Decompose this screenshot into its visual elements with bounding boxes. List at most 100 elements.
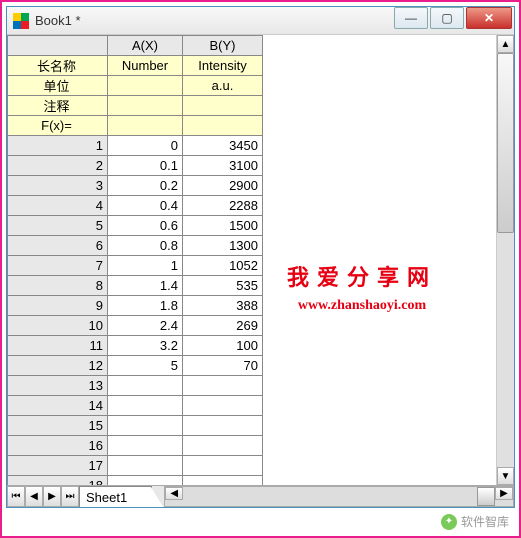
col-a-fx[interactable] bbox=[108, 116, 183, 136]
table-row: 50.61500 bbox=[8, 216, 263, 236]
cell-b[interactable] bbox=[183, 376, 263, 396]
row-number[interactable]: 6 bbox=[8, 236, 108, 256]
tab-nav-prev[interactable]: ◀ bbox=[25, 486, 43, 507]
row-number[interactable]: 13 bbox=[8, 376, 108, 396]
maximize-button[interactable]: ▢ bbox=[430, 7, 464, 29]
cell-a[interactable]: 0.4 bbox=[108, 196, 183, 216]
cell-a[interactable]: 1.8 bbox=[108, 296, 183, 316]
row-number[interactable]: 9 bbox=[8, 296, 108, 316]
cell-a[interactable] bbox=[108, 416, 183, 436]
hscroll-thumb[interactable] bbox=[477, 487, 495, 506]
cell-a[interactable] bbox=[108, 376, 183, 396]
row-number[interactable]: 17 bbox=[8, 456, 108, 476]
col-a-comments[interactable] bbox=[108, 96, 183, 116]
scroll-up-button[interactable]: ▲ bbox=[497, 35, 514, 53]
cell-a[interactable]: 2.4 bbox=[108, 316, 183, 336]
column-b-header[interactable]: B(Y) bbox=[183, 36, 263, 56]
cell-a[interactable]: 0 bbox=[108, 136, 183, 156]
cell-b[interactable]: 3450 bbox=[183, 136, 263, 156]
cell-a[interactable]: 3.2 bbox=[108, 336, 183, 356]
cell-b[interactable]: 1300 bbox=[183, 236, 263, 256]
scroll-down-button[interactable]: ▼ bbox=[497, 467, 514, 485]
col-a-units[interactable] bbox=[108, 76, 183, 96]
col-b-longname[interactable]: Intensity bbox=[183, 56, 263, 76]
table-row: 15 bbox=[8, 416, 263, 436]
cell-a[interactable] bbox=[108, 456, 183, 476]
row-number[interactable]: 2 bbox=[8, 156, 108, 176]
cell-a[interactable]: 1.4 bbox=[108, 276, 183, 296]
cell-a[interactable]: 0.2 bbox=[108, 176, 183, 196]
cell-a[interactable] bbox=[108, 396, 183, 416]
cell-a[interactable]: 5 bbox=[108, 356, 183, 376]
col-b-comments[interactable] bbox=[183, 96, 263, 116]
tab-nav-first[interactable]: ⏮ bbox=[7, 486, 25, 507]
hscroll-right[interactable]: ▶ bbox=[495, 487, 513, 500]
cell-b[interactable] bbox=[183, 416, 263, 436]
row-number[interactable]: 1 bbox=[8, 136, 108, 156]
cell-b[interactable]: 2288 bbox=[183, 196, 263, 216]
footer-watermark-text: 软件智库 bbox=[461, 513, 509, 530]
cell-b[interactable]: 70 bbox=[183, 356, 263, 376]
app-frame: Book1 * — ▢ ✕ A(X) B(Y) 长名称 Number bbox=[0, 0, 521, 538]
cell-b[interactable] bbox=[183, 436, 263, 456]
scroll-track[interactable] bbox=[497, 53, 514, 467]
workbook-window: Book1 * — ▢ ✕ A(X) B(Y) 长名称 Number bbox=[6, 6, 515, 508]
table-row: 14 bbox=[8, 396, 263, 416]
cell-b[interactable]: 2900 bbox=[183, 176, 263, 196]
vertical-scrollbar[interactable]: ▲ ▼ bbox=[496, 35, 514, 485]
col-b-fx[interactable] bbox=[183, 116, 263, 136]
content-area: A(X) B(Y) 长名称 Number Intensity 单位 a.u. bbox=[7, 35, 514, 485]
table-row: 102.4269 bbox=[8, 316, 263, 336]
cell-b[interactable]: 535 bbox=[183, 276, 263, 296]
cell-b[interactable]: 100 bbox=[183, 336, 263, 356]
close-button[interactable]: ✕ bbox=[466, 7, 512, 29]
cell-a[interactable]: 0.6 bbox=[108, 216, 183, 236]
col-b-units[interactable]: a.u. bbox=[183, 76, 263, 96]
cell-b[interactable] bbox=[183, 476, 263, 486]
row-number[interactable]: 18 bbox=[8, 476, 108, 486]
worksheet-table[interactable]: A(X) B(Y) 长名称 Number Intensity 单位 a.u. bbox=[7, 35, 263, 485]
corner-cell[interactable] bbox=[8, 36, 108, 56]
cell-a[interactable] bbox=[108, 476, 183, 486]
cell-b[interactable]: 1052 bbox=[183, 256, 263, 276]
scroll-thumb[interactable] bbox=[497, 53, 514, 233]
sheet-tabbar: ⏮ ◀ ▶ ⏭ Sheet1 ◀ ▶ bbox=[7, 485, 514, 507]
cell-a[interactable]: 0.8 bbox=[108, 236, 183, 256]
cell-b[interactable]: 3100 bbox=[183, 156, 263, 176]
cell-b[interactable]: 269 bbox=[183, 316, 263, 336]
row-number[interactable]: 15 bbox=[8, 416, 108, 436]
cell-a[interactable]: 0.1 bbox=[108, 156, 183, 176]
row-number[interactable]: 8 bbox=[8, 276, 108, 296]
row-number[interactable]: 12 bbox=[8, 356, 108, 376]
tab-nav-next[interactable]: ▶ bbox=[43, 486, 61, 507]
tab-nav-last[interactable]: ⏭ bbox=[61, 486, 79, 507]
hscroll-track[interactable]: ◀ ▶ bbox=[164, 486, 514, 507]
titlebar[interactable]: Book1 * — ▢ ✕ bbox=[7, 7, 514, 35]
minimize-button[interactable]: — bbox=[394, 7, 428, 29]
cell-a[interactable] bbox=[108, 436, 183, 456]
table-row: 103450 bbox=[8, 136, 263, 156]
row-number[interactable]: 16 bbox=[8, 436, 108, 456]
cell-b[interactable] bbox=[183, 456, 263, 476]
row-number[interactable]: 4 bbox=[8, 196, 108, 216]
col-a-longname[interactable]: Number bbox=[108, 56, 183, 76]
table-row: 91.8388 bbox=[8, 296, 263, 316]
window-title: Book1 * bbox=[35, 13, 394, 28]
row-number[interactable]: 5 bbox=[8, 216, 108, 236]
column-a-header[interactable]: A(X) bbox=[108, 36, 183, 56]
hscroll-left[interactable]: ◀ bbox=[165, 487, 183, 500]
row-number[interactable]: 14 bbox=[8, 396, 108, 416]
watermark-cn: 我爱分享网 bbox=[287, 260, 437, 292]
row-number[interactable]: 7 bbox=[8, 256, 108, 276]
row-number[interactable]: 10 bbox=[8, 316, 108, 336]
cell-b[interactable]: 388 bbox=[183, 296, 263, 316]
sheet-tab[interactable]: Sheet1 bbox=[79, 486, 152, 507]
wechat-icon: ✦ bbox=[441, 514, 457, 530]
fx-label: F(x)= bbox=[8, 116, 108, 136]
row-number[interactable]: 11 bbox=[8, 336, 108, 356]
units-label: 单位 bbox=[8, 76, 108, 96]
cell-b[interactable] bbox=[183, 396, 263, 416]
cell-a[interactable]: 1 bbox=[108, 256, 183, 276]
cell-b[interactable]: 1500 bbox=[183, 216, 263, 236]
row-number[interactable]: 3 bbox=[8, 176, 108, 196]
